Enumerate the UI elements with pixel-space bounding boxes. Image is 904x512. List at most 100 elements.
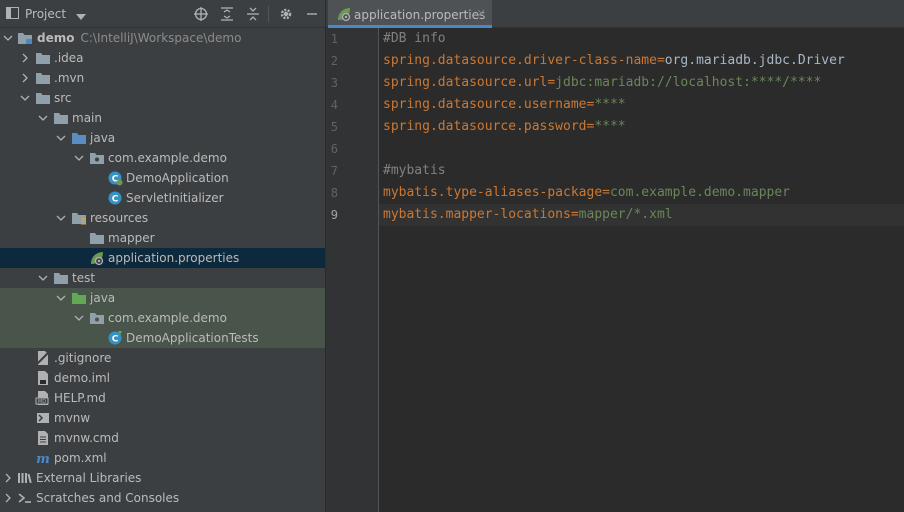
tree-item-external-libraries[interactable]: External Libraries (0, 468, 325, 488)
property-separator: = (570, 207, 579, 222)
tab-application-properties[interactable]: application.properties × (328, 0, 492, 28)
chevron-down-icon[interactable] (55, 132, 67, 144)
tree-item-main[interactable]: main (0, 108, 325, 128)
chevron-down-icon[interactable] (37, 112, 49, 124)
tree-item-label: mvnw.cmd (54, 431, 119, 445)
tree-item-label: test (72, 271, 96, 285)
line-number: 7 (330, 164, 338, 178)
tree-item-application-properties[interactable]: application.properties (0, 248, 325, 268)
tree-item-idea[interactable]: .idea (0, 48, 325, 68)
tree-item-label: DemoApplicationTests (126, 331, 259, 345)
code-line[interactable]: spring.datasource.driver-class-name=org.… (383, 53, 845, 68)
tree-item-scratches[interactable]: Scratches and Consoles (0, 488, 325, 508)
line-number: 4 (330, 98, 338, 112)
line-number-current: 9 (330, 208, 338, 222)
package-icon (89, 150, 105, 166)
minimize-icon[interactable] (304, 6, 320, 22)
collapse-all-icon[interactable] (245, 6, 261, 22)
folder-icon (89, 230, 105, 246)
tree-item-package[interactable]: com.example.demo (0, 148, 325, 168)
code-line[interactable]: mybatis.mapper-locations=mapper/*.xml (383, 207, 673, 222)
chevron-down-icon[interactable] (37, 272, 49, 284)
code-line[interactable]: #DB info (383, 31, 446, 46)
folder-icon (53, 270, 69, 286)
tree-item-servletinitializer[interactable]: C ServletInitializer (0, 188, 325, 208)
line-number: 2 (330, 54, 338, 68)
code-line[interactable]: #mybatis (383, 163, 446, 178)
chevron-right-icon[interactable] (19, 52, 31, 64)
chevron-down-icon[interactable] (73, 152, 85, 164)
project-panel-icon (6, 7, 19, 19)
tree-item-demo[interactable]: demo C:\IntelliJ\Workspace\demo (0, 28, 325, 48)
code-line[interactable]: spring.datasource.url=jdbc:mariadb://loc… (383, 75, 821, 90)
chevron-down-icon[interactable] (55, 292, 67, 304)
tab-label: application.properties (354, 8, 486, 22)
svg-text:m: m (36, 452, 50, 466)
property-value: org.mariadb.jdbc.Driver (664, 53, 845, 68)
tree-item-mapper[interactable]: mapper (0, 228, 325, 248)
property-key: mybatis.type-aliases-package (383, 185, 603, 200)
tree-item-label: application.properties (108, 251, 240, 265)
property-value: mapper/*.xml (578, 207, 673, 222)
code-comment: #mybatis (383, 163, 446, 178)
property-key: spring.datasource.url (383, 75, 548, 90)
locate-icon[interactable] (193, 6, 209, 22)
property-value: **** (594, 119, 626, 134)
tree-item-gitignore[interactable]: .gitignore (0, 348, 325, 368)
chevron-right-icon[interactable] (2, 492, 14, 504)
tree-item-label: pom.xml (54, 451, 107, 465)
tree-item-pom-xml[interactable]: m pom.xml (0, 448, 325, 468)
gear-icon[interactable] (278, 6, 294, 22)
tree-item-test-package[interactable]: com.example.demo (0, 308, 325, 328)
tree-item-label: Scratches and Consoles (36, 491, 180, 505)
source-folder-icon (71, 130, 87, 146)
maven-icon: m (35, 450, 51, 467)
chevron-down-icon[interactable] (55, 212, 67, 224)
chevron-down-icon[interactable] (19, 92, 31, 104)
tree-item-resources[interactable]: resources (0, 208, 325, 228)
tree-item-label: .idea (54, 51, 84, 65)
spring-properties-icon (89, 250, 105, 266)
tree-item-help-md[interactable]: MD HELP.md (0, 388, 325, 408)
tree-item-src[interactable]: src (0, 88, 325, 108)
resources-folder-icon (71, 210, 87, 226)
property-value: com.example.demo.mapper (609, 185, 790, 200)
expand-all-icon[interactable] (219, 6, 235, 22)
property-value: **** (594, 97, 626, 112)
tree-item-label: .mvn (54, 71, 85, 85)
tree-item-mvn[interactable]: .mvn (0, 68, 325, 88)
code-comment: #DB info (383, 31, 446, 46)
tree-item-demo-iml[interactable]: demo.iml (0, 368, 325, 388)
tree-item-demoapplicationtests[interactable]: C DemoApplicationTests (0, 328, 325, 348)
tree-item-mvnw[interactable]: mvnw (0, 408, 325, 428)
folder-icon (35, 70, 51, 86)
tree-item-mvnw-cmd[interactable]: mvnw.cmd (0, 428, 325, 448)
folder-icon (35, 50, 51, 66)
tree-item-java[interactable]: java (0, 128, 325, 148)
code-line[interactable]: spring.datasource.username=**** (383, 97, 626, 112)
project-view-title[interactable]: Project (25, 7, 66, 21)
code-line[interactable]: mybatis.type-aliases-package=com.example… (383, 185, 790, 200)
svg-text:C: C (112, 195, 119, 205)
property-value: jdbc:mariadb://localhost:****/**** (555, 75, 822, 90)
chevron-down-icon[interactable] (76, 10, 86, 24)
tree-item-path: C:\IntelliJ\Workspace\demo (80, 31, 242, 45)
line-number: 1 (330, 32, 338, 46)
chevron-down-icon[interactable] (73, 312, 85, 324)
toolbar-separator (268, 6, 269, 22)
tree-item-test-java[interactable]: java (0, 288, 325, 308)
chevron-down-icon[interactable] (2, 32, 14, 44)
ignore-file-icon (35, 350, 51, 366)
code-line[interactable]: spring.datasource.password=**** (383, 119, 626, 134)
tree-item-test[interactable]: test (0, 268, 325, 288)
folder-icon (35, 90, 51, 106)
markdown-file-icon: MD (35, 390, 51, 406)
close-icon[interactable]: × (476, 6, 486, 20)
shell-script-icon (35, 410, 51, 426)
property-key: spring.datasource.driver-class-name (383, 53, 657, 68)
line-number: 5 (330, 120, 338, 134)
chevron-right-icon[interactable] (2, 472, 14, 484)
chevron-right-icon[interactable] (19, 72, 31, 84)
tree-item-demoapplication[interactable]: C DemoApplication (0, 168, 325, 188)
project-toolbar: Project (0, 0, 325, 28)
